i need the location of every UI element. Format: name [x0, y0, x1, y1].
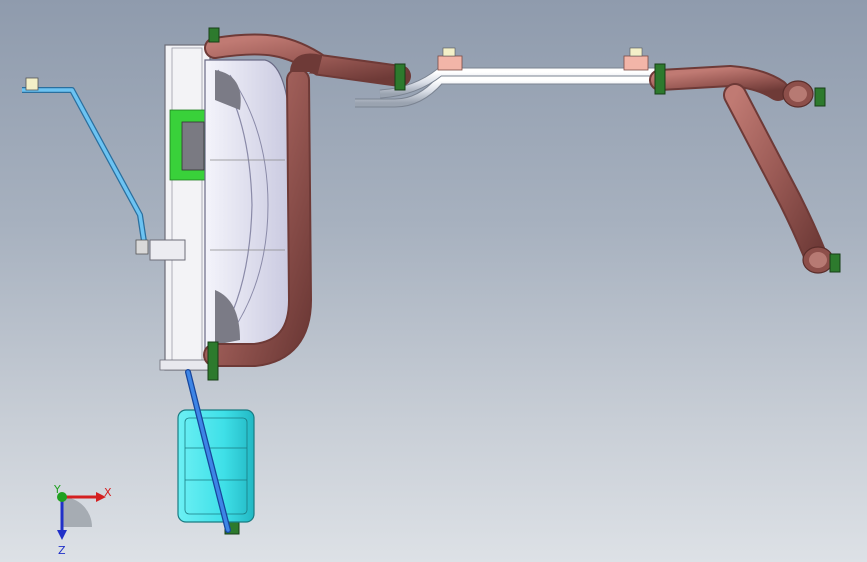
support-bracket[interactable]	[22, 77, 149, 255]
coolant-overflow-tank[interactable]	[177, 409, 255, 523]
cad-viewport[interactable]: X Y Z	[0, 0, 867, 562]
fan-shroud[interactable]	[204, 59, 293, 351]
y-axis-label: Y	[53, 483, 61, 496]
coordinate-triad-icon: X Y Z	[53, 483, 112, 557]
right-coolant-hose[interactable]	[649, 64, 834, 274]
z-axis-label: Z	[58, 544, 66, 557]
radiator[interactable]	[149, 44, 211, 371]
pipe-mount-pad	[437, 55, 463, 71]
x-axis-label: X	[104, 486, 112, 499]
pipe-mount-pad	[623, 55, 649, 71]
assembly-model[interactable]: X Y Z	[0, 0, 867, 562]
